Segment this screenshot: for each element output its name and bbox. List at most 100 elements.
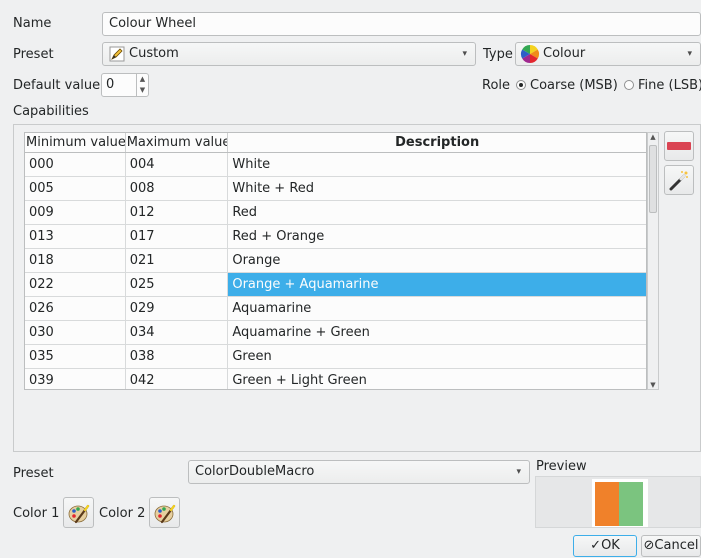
chevron-down-icon: ▾ [516,467,521,477]
preset-combo[interactable]: Custom ▾ [102,42,476,66]
cell-description: Red [232,205,258,220]
chevron-down-icon: ▾ [462,49,467,59]
table-scrollbar[interactable]: ▲ ▼ [647,132,659,390]
role-fine-label: Fine (LSB) [638,78,701,93]
palette-brush-icon [68,502,90,524]
cell-description: Orange + Aquamarine [228,273,646,296]
table-row[interactable]: 026 029 Aquamarine [25,297,646,321]
type-value: Colour [543,46,586,61]
column-header-description[interactable]: Description [228,133,646,152]
name-input[interactable]: Colour Wheel [102,12,701,36]
spin-up-icon[interactable]: ▲ [137,74,148,85]
remove-capability-button[interactable] [664,131,694,161]
table-row-selected[interactable]: 022 025 Orange + Aquamarine [25,273,646,297]
cell-description: Green + Light Green [232,373,367,388]
cell-min: 000 [25,153,126,176]
cell-min: 018 [25,249,126,272]
preview-frame [535,476,701,528]
name-label: Name [13,16,52,31]
table-row[interactable]: 018 021 Orange [25,249,646,273]
capability-wizard-button[interactable] [664,165,694,195]
role-coarse-radio[interactable]: Coarse (MSB) [516,77,618,95]
cell-max: 034 [126,321,229,344]
role-coarse-label: Coarse (MSB) [530,78,618,93]
cell-min: 009 [25,201,126,224]
cell-min: 035 [25,345,126,368]
preview-color-1 [595,482,619,526]
capability-preset-value: ColorDoubleMacro [195,464,315,479]
color1-button[interactable] [63,497,94,528]
role-label: Role [482,78,511,93]
column-header-max[interactable]: Maximum value [126,133,229,152]
chevron-down-icon: ▾ [687,49,692,59]
check-icon: ✓ [590,538,602,553]
capabilities-table[interactable]: Minimum value Maximum value Description … [24,132,647,390]
cancel-icon: ⊘ [643,538,655,553]
capability-preset-combo[interactable]: ColorDoubleMacro ▾ [188,460,530,484]
colour-wheel-icon [520,44,540,64]
cell-min: 005 [25,177,126,200]
radio-unchecked-icon [624,80,634,90]
preset-value: Custom [129,46,179,61]
column-header-min[interactable]: Minimum value [25,133,126,152]
cell-max: 004 [126,153,229,176]
cancel-button[interactable]: ⊘Cancel [641,535,701,557]
color2-button[interactable] [149,497,180,528]
preset-label: Preset [13,47,54,62]
color2-label: Color 2 [99,506,146,521]
cell-description: Aquamarine [232,301,312,316]
role-fine-radio[interactable]: Fine (LSB) [624,77,701,95]
cell-max: 021 [126,249,229,272]
cell-description: Red + Orange [232,229,325,244]
remove-icon [667,141,691,151]
ok-label: OK [601,538,620,553]
cell-max: 008 [126,177,229,200]
capabilities-label: Capabilities [13,104,89,119]
color1-label: Color 1 [13,506,60,521]
preview-swatch [592,479,648,527]
cell-min: 039 [25,369,126,389]
cell-max: 029 [126,297,229,320]
table-row[interactable]: 030 034 Aquamarine + Green [25,321,646,345]
ok-button[interactable]: ✓OK [573,535,637,557]
table-row[interactable]: 039 042 Green + Light Green [25,369,646,389]
cell-min: 030 [25,321,126,344]
cell-description: Orange [232,253,281,268]
table-row[interactable]: 035 038 Green [25,345,646,369]
cell-max: 025 [126,273,229,296]
type-label: Type [483,47,513,62]
table-header: Minimum value Maximum value Description [25,133,646,153]
cell-description: White + Red [232,181,315,196]
palette-brush-icon [154,502,176,524]
table-row[interactable]: 005 008 White + Red [25,177,646,201]
pencil-icon [109,46,125,62]
table-row[interactable]: 000 004 White [25,153,646,177]
cell-min: 013 [25,225,126,248]
capability-preset-label: Preset [13,466,54,481]
magic-wand-icon [668,169,690,191]
preview-color-2 [619,482,643,526]
type-combo[interactable]: Colour ▾ [515,42,701,66]
cell-max: 042 [126,369,229,389]
cell-min: 022 [25,273,126,296]
default-value: 0 [106,77,115,92]
cell-max: 012 [126,201,229,224]
cell-max: 017 [126,225,229,248]
spin-buttons[interactable]: ▲ ▼ [136,74,148,96]
scroll-up-icon[interactable]: ▲ [648,133,658,141]
radio-checked-icon [516,80,526,90]
cell-description: Green [232,349,272,364]
cell-description: White [232,157,271,172]
preview-label: Preview [536,459,587,474]
table-row[interactable]: 013 017 Red + Orange [25,225,646,249]
cancel-label: Cancel [654,538,699,553]
cell-description: Aquamarine + Green [232,325,370,340]
scroll-down-icon[interactable]: ▼ [648,381,658,389]
default-value-label: Default value [13,78,101,93]
scrollbar-thumb[interactable] [649,145,657,213]
spin-down-icon[interactable]: ▼ [137,85,148,96]
cell-max: 038 [126,345,229,368]
cell-min: 026 [25,297,126,320]
table-row[interactable]: 009 012 Red [25,201,646,225]
default-value-spinbox[interactable]: 0 ▲ ▼ [101,73,149,97]
